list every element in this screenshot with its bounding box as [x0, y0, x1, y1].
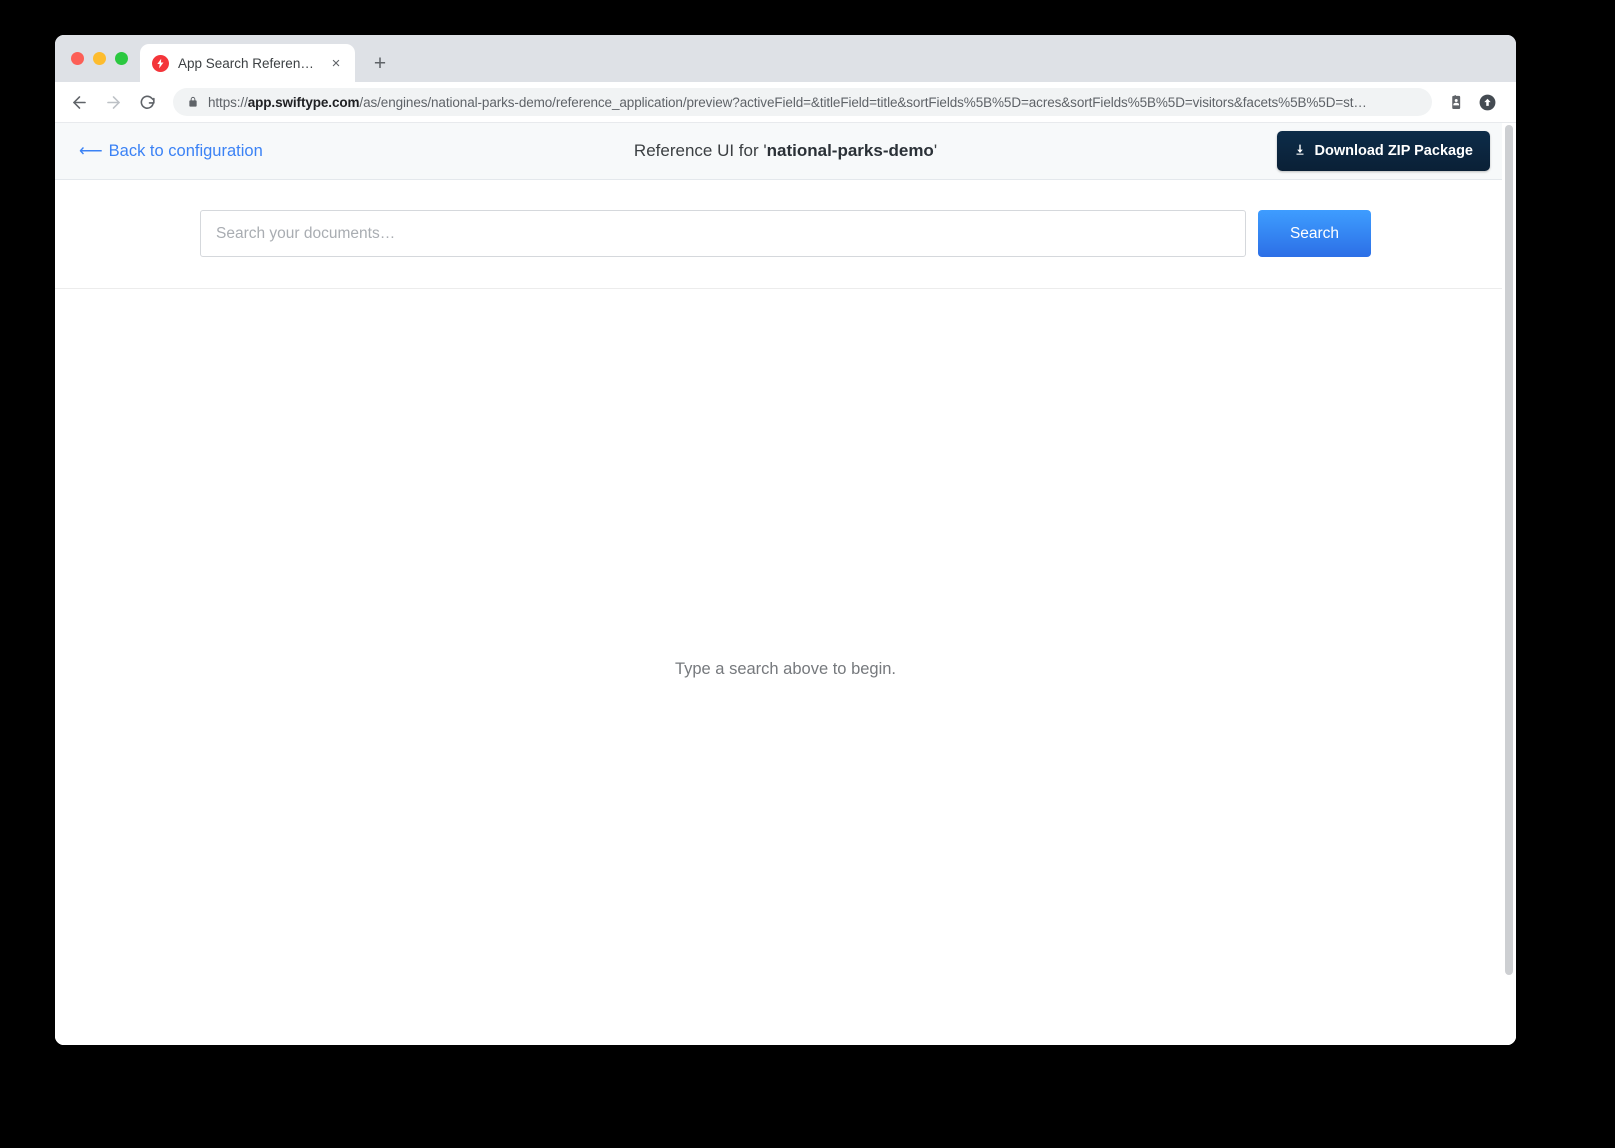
- maximize-window-button[interactable]: [115, 52, 128, 65]
- lock-icon: [187, 96, 199, 108]
- page-scrollbar[interactable]: [1502, 123, 1516, 1045]
- minimize-window-button[interactable]: [93, 52, 106, 65]
- back-to-configuration-link[interactable]: ⟵ Back to configuration: [79, 141, 263, 161]
- back-to-configuration-label: Back to configuration: [108, 141, 263, 160]
- window-traffic-lights: [67, 35, 136, 82]
- search-section: Search: [55, 180, 1516, 289]
- address-bar[interactable]: https://app.swiftype.com/as/engines/nati…: [173, 88, 1432, 116]
- new-tab-button[interactable]: +: [365, 48, 395, 78]
- browser-window: App Search Reference UI × + https://app.…: [55, 35, 1516, 1045]
- account-upload-icon[interactable]: [1472, 87, 1502, 117]
- close-tab-icon[interactable]: ×: [327, 54, 345, 72]
- page-viewport: ⟵ Back to configuration Reference UI for…: [55, 123, 1516, 1045]
- page-title-suffix: ': [933, 141, 938, 160]
- close-window-button[interactable]: [71, 52, 84, 65]
- back-navigation-icon[interactable]: [63, 86, 95, 118]
- download-arrow-icon: [1294, 143, 1306, 159]
- search-row: Search: [55, 210, 1516, 257]
- search-button[interactable]: Search: [1258, 210, 1371, 257]
- download-zip-package-label: Download ZIP Package: [1314, 143, 1473, 159]
- page-title-engine-name: national-parks-demo: [766, 141, 934, 160]
- address-bar-url: https://app.swiftype.com/as/engines/nati…: [208, 94, 1367, 110]
- browser-toolbar: https://app.swiftype.com/as/engines/nati…: [55, 82, 1516, 123]
- download-zip-package-button[interactable]: Download ZIP Package: [1276, 131, 1490, 171]
- search-results-area: Type a search above to begin.: [55, 289, 1516, 1045]
- forward-navigation-icon[interactable]: [97, 86, 129, 118]
- page-scrollbar-thumb[interactable]: [1505, 125, 1513, 975]
- profile-card-icon[interactable]: [1440, 87, 1470, 117]
- browser-tab[interactable]: App Search Reference UI ×: [140, 44, 355, 82]
- long-left-arrow-icon: ⟵: [79, 142, 103, 160]
- page-title-prefix: Reference UI for ': [633, 141, 767, 160]
- browser-tab-title: App Search Reference UI: [178, 55, 318, 71]
- swiftype-bolt-icon: [152, 54, 169, 72]
- browser-tab-strip: App Search Reference UI × +: [55, 35, 1516, 82]
- search-input[interactable]: [200, 210, 1246, 257]
- reload-page-icon[interactable]: [131, 86, 163, 118]
- app-header-bar: ⟵ Back to configuration Reference UI for…: [55, 123, 1516, 180]
- empty-state-message: Type a search above to begin.: [674, 660, 897, 678]
